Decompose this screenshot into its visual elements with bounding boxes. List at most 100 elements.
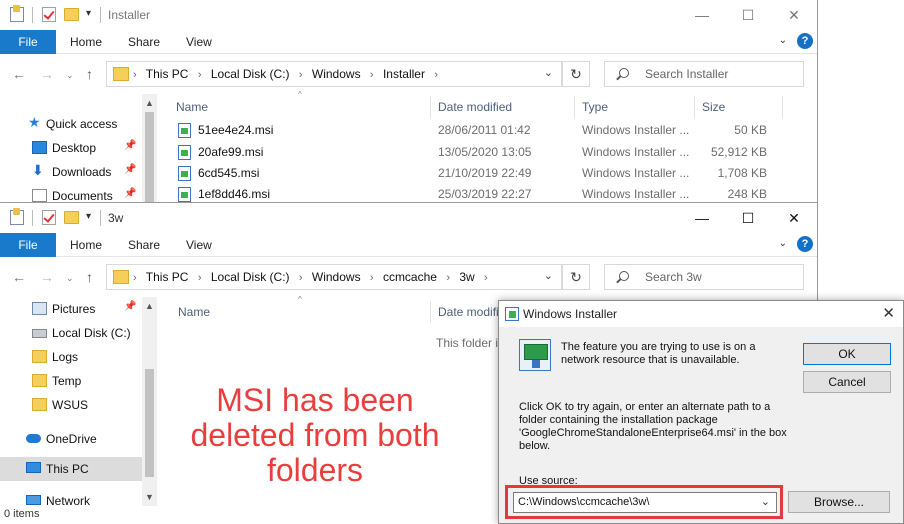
title-bar[interactable]: ▾ 3w — ☐ ✕ <box>0 203 817 233</box>
search-icon <box>619 68 629 78</box>
cancel-button[interactable]: Cancel <box>803 371 891 393</box>
chevron-down-icon[interactable]: ⌄ <box>544 66 553 79</box>
properties-icon[interactable] <box>10 208 24 225</box>
sidebar-item-desktop[interactable]: Desktop 📌 <box>0 136 142 160</box>
quick-access-dropdown-icon[interactable]: ▾ <box>86 211 91 222</box>
breadcrumb-item[interactable]: Local Disk (C:) <box>211 67 290 81</box>
sidebar-scrollbar[interactable]: ▲ ▼ <box>142 297 157 506</box>
back-arrow-icon[interactable]: ← <box>12 66 26 82</box>
close-icon[interactable]: ✕ <box>882 304 895 322</box>
scroll-up-icon[interactable]: ▲ <box>145 98 154 108</box>
search-box[interactable]: Search Installer <box>604 61 804 87</box>
title-bar[interactable]: ▾ Installer — ☐ ✕ <box>0 0 817 30</box>
new-folder-icon[interactable] <box>64 211 79 224</box>
pin-icon[interactable]: 📌 <box>124 164 136 175</box>
checkmark-icon[interactable] <box>42 210 56 225</box>
column-header-date[interactable]: Date modified <box>438 100 512 114</box>
file-row[interactable]: 6cd545.msi 21/10/2019 22:49 Windows Inst… <box>162 163 817 184</box>
maximize-button[interactable]: ☐ <box>725 203 771 233</box>
sidebar-item-temp[interactable]: Temp <box>0 369 142 393</box>
new-folder-icon[interactable] <box>64 8 79 21</box>
pin-icon[interactable]: 📌 <box>124 140 136 151</box>
expand-ribbon-icon[interactable]: ⌄ <box>779 35 787 46</box>
breadcrumb-item[interactable]: Windows <box>312 270 361 284</box>
column-header-type[interactable]: Type <box>582 100 608 114</box>
close-button[interactable]: ✕ <box>771 0 817 30</box>
ok-button[interactable]: OK <box>803 343 891 365</box>
use-source-combobox[interactable]: C:\Windows\ccmcache\3w\ ⌄ <box>513 492 777 513</box>
sidebar-item-local-disk[interactable]: Local Disk (C:) <box>0 321 142 345</box>
help-icon[interactable]: ? <box>797 236 813 252</box>
breadcrumb-item[interactable]: Windows <box>312 67 361 81</box>
up-arrow-icon[interactable]: ↑ <box>86 66 93 82</box>
expand-ribbon-icon[interactable]: ⌄ <box>779 238 787 249</box>
sidebar-item-onedrive[interactable]: OneDrive <box>0 427 142 451</box>
quick-access-dropdown-icon[interactable]: ▾ <box>86 8 91 19</box>
breadcrumb-item[interactable]: This PC <box>146 67 189 81</box>
sidebar-item-pictures[interactable]: Pictures 📌 <box>0 297 142 321</box>
column-header-name[interactable]: Name <box>176 100 208 114</box>
folder-icon <box>32 350 47 363</box>
sidebar-item-downloads[interactable]: ⬇ Downloads 📌 <box>0 160 142 184</box>
sidebar-item-quick-access[interactable]: ★ Quick access <box>0 112 142 136</box>
navigation-pane: ★ Quick access Desktop 📌 ⬇ Downloads 📌 D… <box>0 94 158 202</box>
browse-button[interactable]: Browse... <box>788 491 890 513</box>
checkmark-icon[interactable] <box>42 7 56 22</box>
address-bar[interactable]: › This PC › Local Disk (C:) › Windows › … <box>106 264 562 290</box>
maximize-button[interactable]: ☐ <box>725 0 771 30</box>
scrollbar-thumb[interactable] <box>145 369 154 477</box>
forward-arrow-icon[interactable]: → <box>40 66 54 82</box>
sidebar-item-this-pc[interactable]: This PC <box>0 457 142 481</box>
sidebar-scrollbar[interactable]: ▲ <box>142 94 157 202</box>
sidebar-item-logs[interactable]: Logs <box>0 345 142 369</box>
breadcrumb-item[interactable]: 3w <box>459 270 474 284</box>
scroll-up-icon[interactable]: ▲ <box>145 301 154 311</box>
tab-home[interactable]: Home <box>70 233 102 257</box>
tab-file[interactable]: File <box>0 30 56 54</box>
tab-view[interactable]: View <box>186 30 212 54</box>
column-divider[interactable] <box>574 96 575 118</box>
tab-share[interactable]: Share <box>128 233 160 257</box>
properties-icon[interactable] <box>10 5 24 22</box>
pin-icon[interactable]: 📌 <box>124 301 136 312</box>
file-row[interactable]: 20afe99.msi 13/05/2020 13:05 Windows Ins… <box>162 142 817 163</box>
up-arrow-icon[interactable]: ↑ <box>86 269 93 285</box>
tab-home[interactable]: Home <box>70 30 102 54</box>
search-box[interactable]: Search 3w <box>604 264 804 290</box>
file-row[interactable]: 51ee4e24.msi 28/06/2011 01:42 Windows In… <box>162 120 817 141</box>
refresh-button[interactable]: ↻ <box>562 264 590 290</box>
minimize-button[interactable]: — <box>679 203 725 233</box>
breadcrumb-item[interactable]: ccmcache <box>383 270 437 284</box>
tab-file[interactable]: File <box>0 233 56 257</box>
breadcrumb-item[interactable]: Installer <box>383 67 425 81</box>
column-divider[interactable] <box>694 96 695 118</box>
recent-locations-icon[interactable]: ⌄ <box>66 70 74 81</box>
sidebar-item-wsus[interactable]: WSUS <box>0 393 142 417</box>
chevron-down-icon[interactable]: ⌄ <box>761 495 770 508</box>
chevron-down-icon[interactable]: ⌄ <box>544 269 553 282</box>
forward-arrow-icon[interactable]: → <box>40 269 54 285</box>
back-arrow-icon[interactable]: ← <box>12 269 26 285</box>
divider <box>32 7 33 23</box>
column-header-name[interactable]: Name <box>178 305 210 319</box>
scrollbar-thumb[interactable] <box>145 112 154 202</box>
column-divider[interactable] <box>782 96 783 118</box>
minimize-button[interactable]: — <box>679 0 725 30</box>
column-header-size[interactable]: Size <box>702 100 725 114</box>
address-bar[interactable]: › This PC › Local Disk (C:) › Windows › … <box>106 61 562 87</box>
refresh-button[interactable]: ↻ <box>562 61 590 87</box>
file-row[interactable]: 1ef8dd46.msi 25/03/2019 22:27 Windows In… <box>162 184 817 202</box>
column-divider[interactable] <box>430 96 431 118</box>
column-divider[interactable] <box>430 301 431 323</box>
dialog-title-bar[interactable]: Windows Installer ✕ <box>499 301 903 327</box>
sidebar-item-documents[interactable]: Documents 📌 <box>0 184 142 202</box>
tab-share[interactable]: Share <box>128 30 160 54</box>
recent-locations-icon[interactable]: ⌄ <box>66 273 74 284</box>
scroll-down-icon[interactable]: ▼ <box>145 492 154 502</box>
pin-icon[interactable]: 📌 <box>124 188 136 199</box>
help-icon[interactable]: ? <box>797 33 813 49</box>
breadcrumb-item[interactable]: Local Disk (C:) <box>211 270 290 284</box>
breadcrumb-item[interactable]: This PC <box>146 270 189 284</box>
close-button[interactable]: ✕ <box>771 203 817 233</box>
tab-view[interactable]: View <box>186 233 212 257</box>
